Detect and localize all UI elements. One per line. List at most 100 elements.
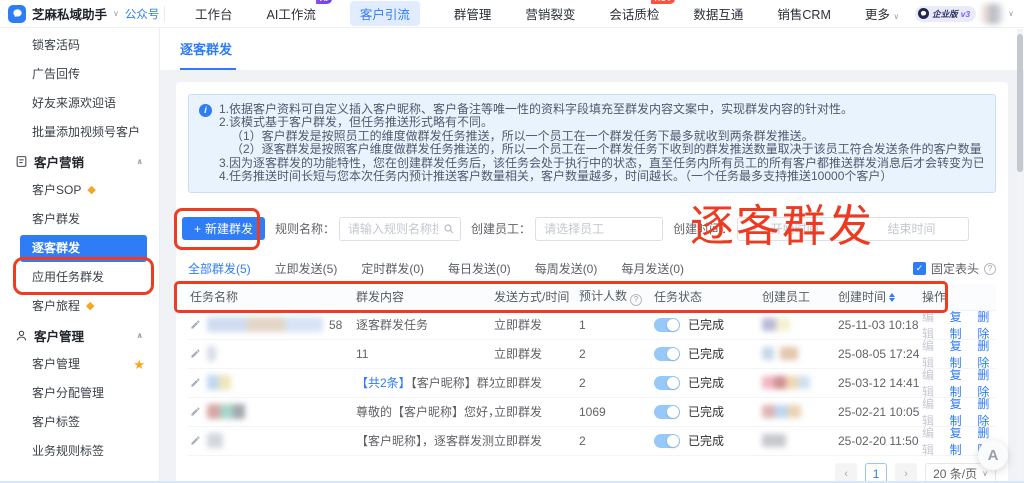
nav-item-ai-workflow[interactable]: AI工作流AI [267,1,316,26]
redacted-task-name [207,317,323,332]
redacted-task-name [207,433,223,448]
sidebar-item-batch-add-video-customers[interactable]: 批量添加视频号客户 [0,118,159,147]
chevron-down-icon: ∨ [982,469,988,478]
nav-item-workbench[interactable]: 工作台 [195,1,233,26]
edition-label: 企业版 [932,8,958,20]
edit-pencil-icon[interactable] [190,348,201,359]
send-type-cell: 立即群发 [494,316,579,333]
page-tab-per-customer-mass-send[interactable]: 逐客群发 [180,39,236,70]
sidebar-item-customer-journey[interactable]: 客户旅程◆ [0,292,159,321]
status-text: 已完成 [688,374,724,391]
nav-item-customer-acquisition[interactable]: 客户引流 [350,1,420,26]
nav-item-sales-crm[interactable]: 销售CRM [777,1,830,26]
plus-icon: + [194,222,201,236]
notice-line: （2）逐客群发是按照客户维度做群发任务推送的，所以一个员工在一个群发任务下收到的… [219,143,983,156]
date-cell: 25-02-21 10:05 [838,405,922,419]
status-toggle[interactable] [654,405,680,419]
send-type-cell: 立即群发 [494,374,579,391]
content-cell: 【客户昵称】，逐客群发测试；... [356,432,494,449]
end-time-placeholder: 结束时间 [888,220,936,237]
edit-pencil-icon[interactable] [190,377,201,388]
nav-item-data-exchange[interactable]: 数据互通 [693,1,743,26]
tab-instant-send[interactable]: 立即发送(5) [275,260,338,277]
rule-name-label: 规则名称： [275,220,335,237]
sidebar-section-customer-marketing[interactable]: 客户营销 ∧ [0,147,159,176]
status-text: 已完成 [688,316,724,333]
sidebar-item-per-customer-mass-send[interactable]: 逐客群发 [20,235,147,262]
copy-action[interactable]: 复制 [950,424,969,458]
app-window: 芝麻私域助手 ∨ 公众号 工作台 AI工作流AI 客户引流 群管理 营销裂变 会… [0,0,1024,483]
sidebar-item-customer-tags[interactable]: 客户标签 [0,408,159,437]
sidebar-item-ad-return[interactable]: 广告回传 [0,60,159,89]
table-row: 尊敬的【客户昵称】您好，感谢您... 立即群发 1069 已完成 25-02-2… [188,398,996,427]
scrollbar-thumb[interactable] [1017,34,1023,172]
sidebar: 锁客活码 广告回传 好友来源欢迎语 批量添加视频号客户 客户营销 ∧ 客户SOP… [0,28,160,483]
tab-daily-send[interactable]: 每日发送(0) [448,260,511,277]
status-toggle[interactable] [654,376,680,390]
sidebar-item-lock-qrcode[interactable]: 锁客活码 [0,31,159,60]
sidebar-item-customer-allocation[interactable]: 客户分配管理 [0,379,159,408]
date-cell: 25-03-12 14:41 [838,376,922,390]
edit-pencil-icon[interactable] [190,319,201,330]
nav-item-chat-inspection[interactable]: 会话质检HOT [609,1,659,26]
account-chevron-down-icon[interactable]: ∨ [1008,9,1014,18]
status-toggle[interactable] [654,347,680,361]
count-cell: 2 [579,376,654,390]
sidebar-item-business-rule-tags[interactable]: 业务规则标签 [0,437,159,466]
edit-action[interactable]: 编辑 [922,424,941,458]
sort-icon[interactable] [889,293,895,302]
nav-label: 数据互通 [693,8,743,22]
create-mass-send-button[interactable]: + 新建群发 [182,217,265,240]
prev-page-button[interactable]: ‹ [835,463,857,483]
notice-text: （2）逐客群发是按照客户维度做群发任务推送的，所以一个员工在一个群发任务下收到的… [231,143,983,156]
status-toggle[interactable] [654,434,680,448]
pagination: ‹ 1 › 20 条/页∨ [188,463,996,483]
sidebar-item-friend-source-welcome[interactable]: 好友来源欢迎语 [0,89,159,118]
nav-item-more[interactable]: 更多 ∨ [865,1,899,26]
staff-cell [762,376,838,389]
brand-chevron-down-icon[interactable]: ∨ [113,9,119,18]
channel-link[interactable]: 公众号 [125,6,160,22]
staff-input-wrap [535,217,663,241]
notice-line: 1.依据客户资料可自定义插入客户昵称、客户备注等唯一性的资料字段填充至群发内容文… [219,103,983,116]
fixed-header-checkbox[interactable]: ✓ [913,262,926,275]
tab-all-mass-send[interactable]: 全部群发(5) [188,260,251,277]
tab-weekly-send[interactable]: 每周发送(0) [535,260,598,277]
nav-label: 工作台 [195,8,233,22]
status-text: 已完成 [688,403,724,420]
send-type-cell: 立即群发 [494,403,579,420]
tab-monthly-send[interactable]: 每月发送(0) [621,260,684,277]
edition-version: v3 [961,9,970,19]
tab-scheduled-send[interactable]: 定时群发(0) [361,260,424,277]
header-label: 预计人数 [579,289,627,303]
fixed-header-control: ✓ 固定表头 ? [913,260,996,277]
redacted-staff [762,376,810,389]
sidebar-item-app-task-mass-send[interactable]: 应用任务群发 [0,263,159,292]
nav-item-group-management[interactable]: 群管理 [454,1,492,26]
sidebar-item-customer-sop[interactable]: 客户SOP◆ [0,176,159,205]
edit-pencil-icon[interactable] [190,435,201,446]
hot-badge: HOT [651,0,676,4]
header-create-time[interactable]: 创建时间 [838,288,922,305]
edit-pencil-icon[interactable] [190,406,201,417]
count-cell: 1069 [579,405,654,419]
next-page-button[interactable]: › [895,463,917,483]
create-staff-input[interactable] [535,217,663,241]
current-page-button[interactable]: 1 [865,463,887,483]
info-icon: i [199,104,212,117]
nav-item-marketing-fission[interactable]: 营销裂变 [525,1,575,26]
sidebar-item-customer-management[interactable]: 客户管理★ [0,350,159,379]
main-nav: 工作台 AI工作流AI 客户引流 群管理 营销裂变 会话质检HOT 数据互通 销… [195,1,899,26]
status-toggle[interactable] [654,318,680,332]
sidebar-item-customer-mass-send[interactable]: 客户群发 [0,205,159,234]
status-text: 已完成 [688,345,724,362]
send-type-cell: 立即群发 [494,345,579,362]
count-cell: 1 [579,318,654,332]
check-icon: ✓ [916,263,924,274]
sidebar-section-customer-management[interactable]: 客户管理 ∧ [0,321,159,350]
notice-line: （1）客户群发是按照员工的维度做群发任务推送，所以一个员工在一个群发任务下最多就… [219,130,983,143]
task-name-suffix: 58 [329,318,342,332]
floating-assistant-button[interactable]: A [978,440,1008,470]
user-avatar[interactable] [982,4,1002,24]
gem-icon: ◆ [86,292,94,321]
